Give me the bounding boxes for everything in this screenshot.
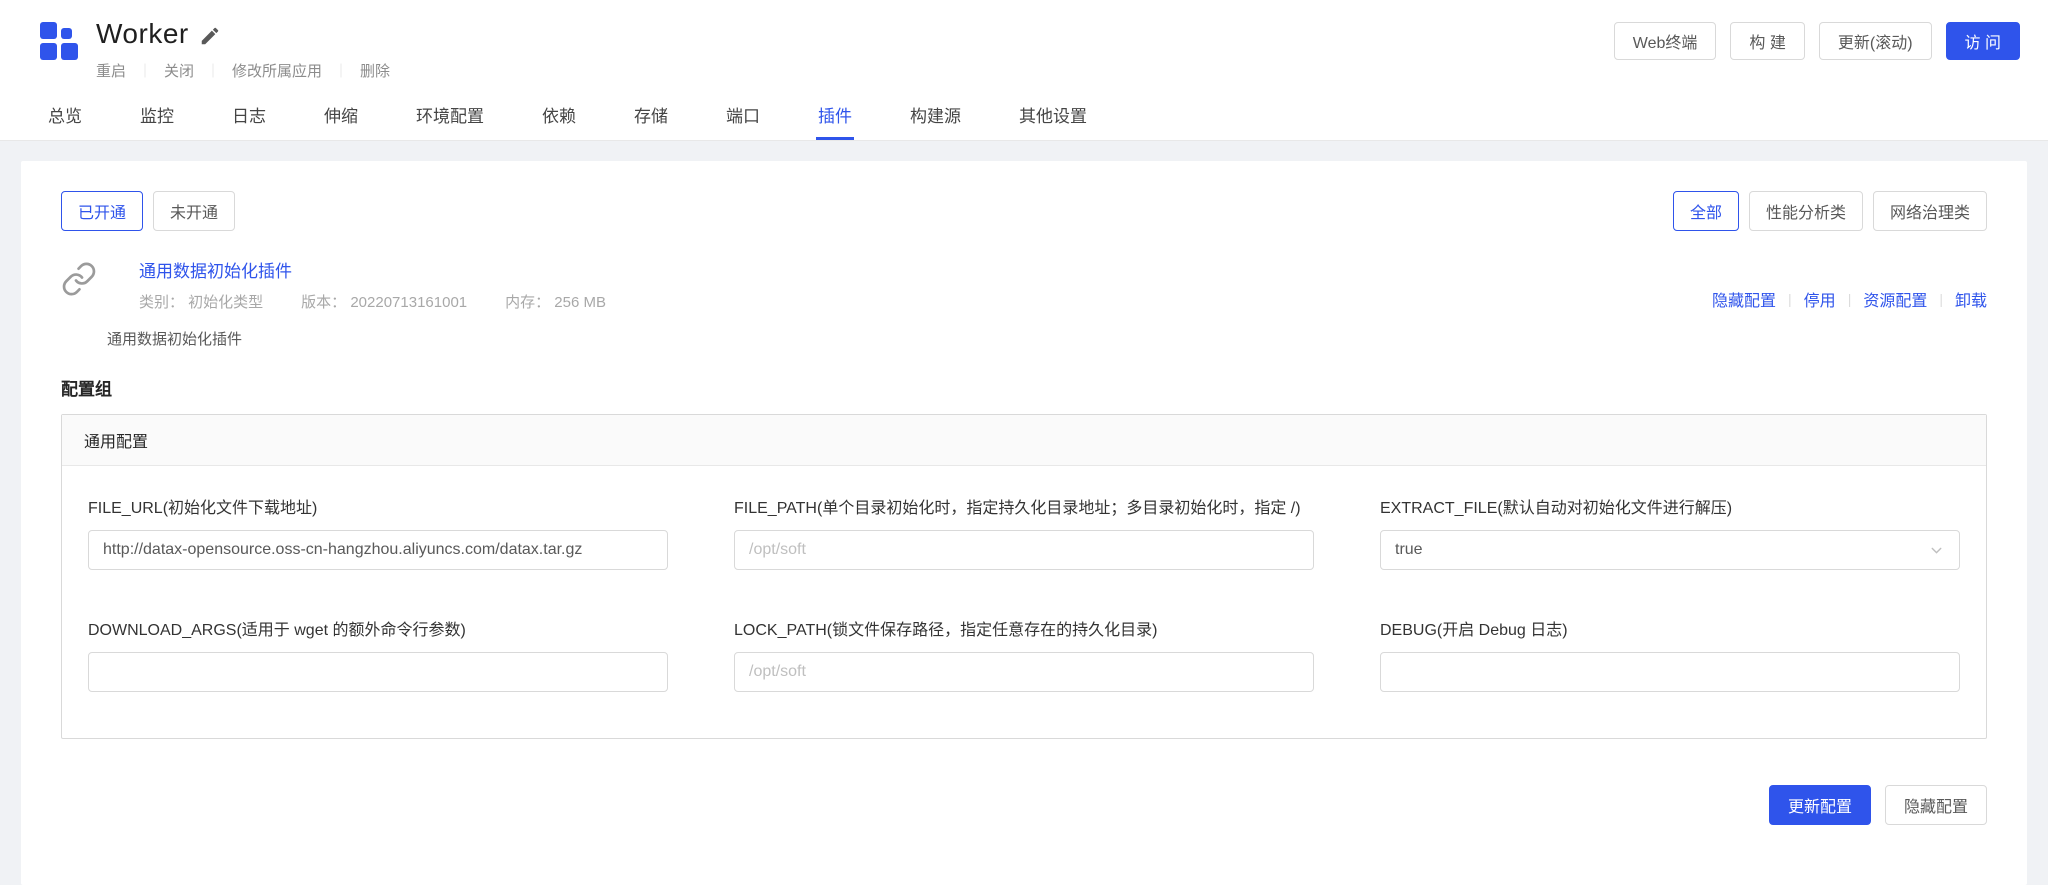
plugin-top: 通用数据初始化插件 类别： 初始化类型 版本： 20220713161001 内…: [61, 257, 1987, 312]
download-args-input[interactable]: [88, 652, 668, 692]
config-form: FILE_URL(初始化文件下载地址) FILE_PATH(单个目录初始化时，指…: [62, 466, 1986, 738]
hide-config-button[interactable]: 隐藏配置: [1885, 785, 1987, 825]
logo-square: [40, 22, 57, 39]
logo-square: [61, 43, 78, 60]
logo-square: [40, 43, 57, 60]
edit-pencil-icon[interactable]: [199, 25, 221, 47]
plugin-actions: 隐藏配置 | 停用 | 资源配置 | 卸载: [1712, 287, 1987, 311]
config-panel: 通用配置 FILE_URL(初始化文件下载地址) FILE_PATH(单个目录初…: [61, 414, 1987, 739]
disable-link[interactable]: 停用: [1804, 287, 1836, 311]
footer-actions: 更新配置 隐藏配置: [61, 785, 1987, 825]
lock-path-label: LOCK_PATH(锁文件保存路径，指定任意存在的持久化目录): [734, 616, 1314, 640]
config-panel-title: 通用配置: [62, 415, 1986, 466]
link-icon: [61, 261, 97, 297]
file-path-input[interactable]: [734, 530, 1314, 570]
hide-config-link[interactable]: 隐藏配置: [1712, 287, 1776, 311]
uninstall-link[interactable]: 卸载: [1955, 287, 1987, 311]
file-url-input[interactable]: [88, 530, 668, 570]
resource-config-link[interactable]: 资源配置: [1863, 287, 1927, 311]
plugin-description: 通用数据初始化插件: [107, 328, 1987, 349]
tab-storage[interactable]: 存储: [632, 91, 670, 140]
header-left: Worker 重启 ｜ 关闭 ｜ 修改所属应用 ｜ 删除: [40, 18, 390, 81]
app-header: Worker 重启 ｜ 关闭 ｜ 修改所属应用 ｜ 删除 Web终端 构 建 更…: [0, 0, 2048, 91]
file-url-label: FILE_URL(初始化文件下载地址): [88, 494, 668, 518]
page-title: Worker: [96, 18, 189, 50]
divider: ｜: [334, 61, 348, 81]
title-row: Worker: [96, 18, 390, 50]
lock-path-input[interactable]: [734, 652, 1314, 692]
form-field: EXTRACT_FILE(默认自动对初始化文件进行解压) true: [1380, 494, 1960, 570]
plugin-info: 通用数据初始化插件 类别： 初始化类型 版本： 20220713161001 内…: [139, 257, 606, 312]
logo-square-small: [61, 28, 72, 39]
form-field: FILE_PATH(单个目录初始化时，指定持久化目录地址；多目录初始化时，指定 …: [734, 494, 1314, 570]
status-filter-group: 已开通 未开通: [61, 191, 235, 231]
update-config-button[interactable]: 更新配置: [1769, 785, 1871, 825]
tab-env-config[interactable]: 环境配置: [414, 91, 486, 140]
plugin-memory: 内存： 256 MB: [505, 291, 606, 312]
extract-file-select[interactable]: true: [1380, 530, 1960, 570]
quick-actions: 重启 ｜ 关闭 ｜ 修改所属应用 ｜ 删除: [96, 60, 390, 81]
extract-file-selected-value: true: [1395, 541, 1423, 559]
visit-button[interactable]: 访 问: [1946, 22, 2020, 60]
tab-scaling[interactable]: 伸缩: [322, 91, 360, 140]
header-buttons: Web终端 构 建 更新(滚动) 访 问: [1614, 22, 2020, 60]
filter-performance-button[interactable]: 性能分析类: [1749, 191, 1863, 231]
filter-not-enabled-button[interactable]: 未开通: [153, 191, 235, 231]
tab-plugins[interactable]: 插件: [816, 91, 854, 140]
plugin-version: 版本： 20220713161001: [301, 291, 467, 312]
form-field: FILE_URL(初始化文件下载地址): [88, 494, 668, 570]
filter-all-button[interactable]: 全部: [1673, 191, 1739, 231]
tab-bar: 总览 监控 日志 伸缩 环境配置 依赖 存储 端口 插件 构建源 其他设置: [0, 91, 2048, 141]
web-terminal-button[interactable]: Web终端: [1614, 22, 1717, 60]
tab-build-source[interactable]: 构建源: [908, 91, 963, 140]
plugins-panel: 已开通 未开通 全部 性能分析类 网络治理类 通用数据初始化插件 类别： 初始化…: [21, 161, 2027, 885]
tab-logs[interactable]: 日志: [230, 91, 268, 140]
title-block: Worker 重启 ｜ 关闭 ｜ 修改所属应用 ｜ 删除: [96, 18, 390, 81]
form-field: DOWNLOAD_ARGS(适用于 wget 的额外命令行参数): [88, 616, 668, 692]
close-link[interactable]: 关闭: [164, 60, 194, 81]
build-button[interactable]: 构 建: [1730, 22, 1804, 60]
category-filter-group: 全部 性能分析类 网络治理类: [1673, 191, 1987, 231]
divider: ｜: [206, 61, 220, 81]
divider: ｜: [138, 61, 152, 81]
filter-row: 已开通 未开通 全部 性能分析类 网络治理类: [61, 191, 1987, 231]
rolling-update-button[interactable]: 更新(滚动): [1819, 22, 1932, 60]
restart-link[interactable]: 重启: [96, 60, 126, 81]
tab-other-settings[interactable]: 其他设置: [1017, 91, 1089, 140]
plugin-list-item: 通用数据初始化插件 类别： 初始化类型 版本： 20220713161001 内…: [61, 257, 1987, 349]
tab-monitor[interactable]: 监控: [138, 91, 176, 140]
extract-file-label: EXTRACT_FILE(默认自动对初始化文件进行解压): [1380, 494, 1960, 518]
config-group-title: 配置组: [61, 375, 1987, 400]
move-app-link[interactable]: 修改所属应用: [232, 60, 322, 81]
divider: |: [1788, 291, 1792, 307]
filter-enabled-button[interactable]: 已开通: [61, 191, 143, 231]
chevron-down-icon: [1928, 542, 1945, 559]
divider: |: [1939, 291, 1943, 307]
debug-input[interactable]: [1380, 652, 1960, 692]
tab-ports[interactable]: 端口: [724, 91, 762, 140]
tab-overview[interactable]: 总览: [46, 91, 84, 140]
app-logo-icon: [40, 22, 78, 81]
debug-label: DEBUG(开启 Debug 日志): [1380, 616, 1960, 640]
plugin-name-link[interactable]: 通用数据初始化插件: [139, 257, 606, 282]
tab-dependencies[interactable]: 依赖: [540, 91, 578, 140]
divider: |: [1848, 291, 1852, 307]
filter-network-button[interactable]: 网络治理类: [1873, 191, 1987, 231]
download-args-label: DOWNLOAD_ARGS(适用于 wget 的额外命令行参数): [88, 616, 668, 640]
delete-link[interactable]: 删除: [360, 60, 390, 81]
plugin-meta: 类别： 初始化类型 版本： 20220713161001 内存： 256 MB: [139, 291, 606, 312]
plugin-category: 类别： 初始化类型: [139, 291, 263, 312]
form-field: DEBUG(开启 Debug 日志): [1380, 616, 1960, 692]
file-path-label: FILE_PATH(单个目录初始化时，指定持久化目录地址；多目录初始化时，指定 …: [734, 494, 1314, 518]
form-field: LOCK_PATH(锁文件保存路径，指定任意存在的持久化目录): [734, 616, 1314, 692]
